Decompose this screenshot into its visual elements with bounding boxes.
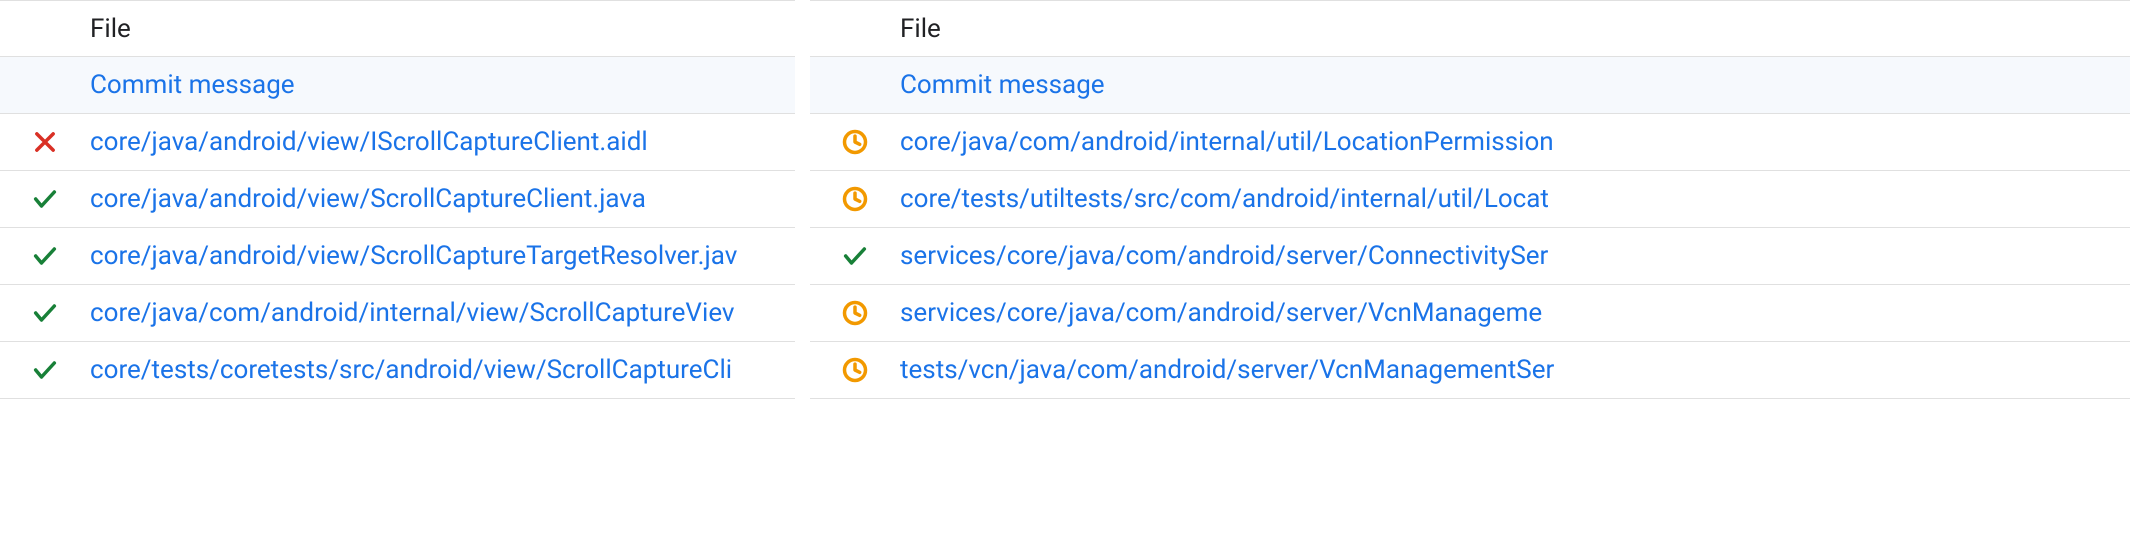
file-row[interactable]: core/java/android/view/ScrollCaptureTarg… bbox=[0, 228, 795, 285]
file-path-link[interactable]: core/java/android/view/IScrollCaptureCli… bbox=[90, 127, 648, 157]
file-row[interactable]: core/tests/coretests/src/android/view/Sc… bbox=[0, 342, 795, 399]
file-row[interactable]: core/java/android/view/IScrollCaptureCli… bbox=[0, 114, 795, 171]
file-path-link[interactable]: core/tests/utiltests/src/com/android/int… bbox=[900, 184, 1549, 214]
commit-message-row[interactable]: Commit message bbox=[810, 57, 2130, 114]
check-icon bbox=[0, 185, 90, 213]
clock-icon bbox=[810, 356, 900, 384]
file-row[interactable]: core/java/android/view/ScrollCaptureClie… bbox=[0, 171, 795, 228]
file-row[interactable]: services/core/java/com/android/server/Vc… bbox=[810, 285, 2130, 342]
file-row[interactable]: core/java/com/android/internal/view/Scro… bbox=[0, 285, 795, 342]
file-path-link[interactable]: core/java/com/android/internal/util/Loca… bbox=[900, 127, 1554, 157]
panel-gap bbox=[795, 0, 810, 552]
check-icon bbox=[0, 242, 90, 270]
commit-message-link[interactable]: Commit message bbox=[90, 70, 295, 100]
commit-message-row[interactable]: Commit message bbox=[0, 57, 795, 114]
file-row[interactable]: core/tests/utiltests/src/com/android/int… bbox=[810, 171, 2130, 228]
file-panel-right: File Commit message core/java/com/android/… bbox=[810, 0, 2130, 552]
column-header-row: File bbox=[810, 0, 2130, 57]
file-panel-left: File Commit message core/java/android/view… bbox=[0, 0, 795, 552]
check-icon bbox=[0, 356, 90, 384]
file-path-link[interactable]: tests/vcn/java/com/android/server/VcnMan… bbox=[900, 355, 1554, 385]
file-path-link[interactable]: core/java/android/view/ScrollCaptureClie… bbox=[90, 184, 646, 214]
x-icon bbox=[0, 128, 90, 156]
clock-icon bbox=[810, 128, 900, 156]
column-header-row: File bbox=[0, 0, 795, 57]
check-icon bbox=[810, 242, 900, 270]
file-row[interactable]: tests/vcn/java/com/android/server/VcnMan… bbox=[810, 342, 2130, 399]
file-path-link[interactable]: core/tests/coretests/src/android/view/Sc… bbox=[90, 355, 732, 385]
check-icon bbox=[0, 299, 90, 327]
file-path-link[interactable]: core/java/android/view/ScrollCaptureTarg… bbox=[90, 241, 737, 271]
file-column-header: File bbox=[900, 14, 2130, 44]
file-path-link[interactable]: services/core/java/com/android/server/Co… bbox=[900, 241, 1548, 271]
file-column-header: File bbox=[90, 14, 795, 44]
commit-message-link[interactable]: Commit message bbox=[900, 70, 1105, 100]
clock-icon bbox=[810, 299, 900, 327]
file-path-link[interactable]: services/core/java/com/android/server/Vc… bbox=[900, 298, 1542, 328]
file-row[interactable]: core/java/com/android/internal/util/Loca… bbox=[810, 114, 2130, 171]
file-row[interactable]: services/core/java/com/android/server/Co… bbox=[810, 228, 2130, 285]
clock-icon bbox=[810, 185, 900, 213]
file-path-link[interactable]: core/java/com/android/internal/view/Scro… bbox=[90, 298, 735, 328]
